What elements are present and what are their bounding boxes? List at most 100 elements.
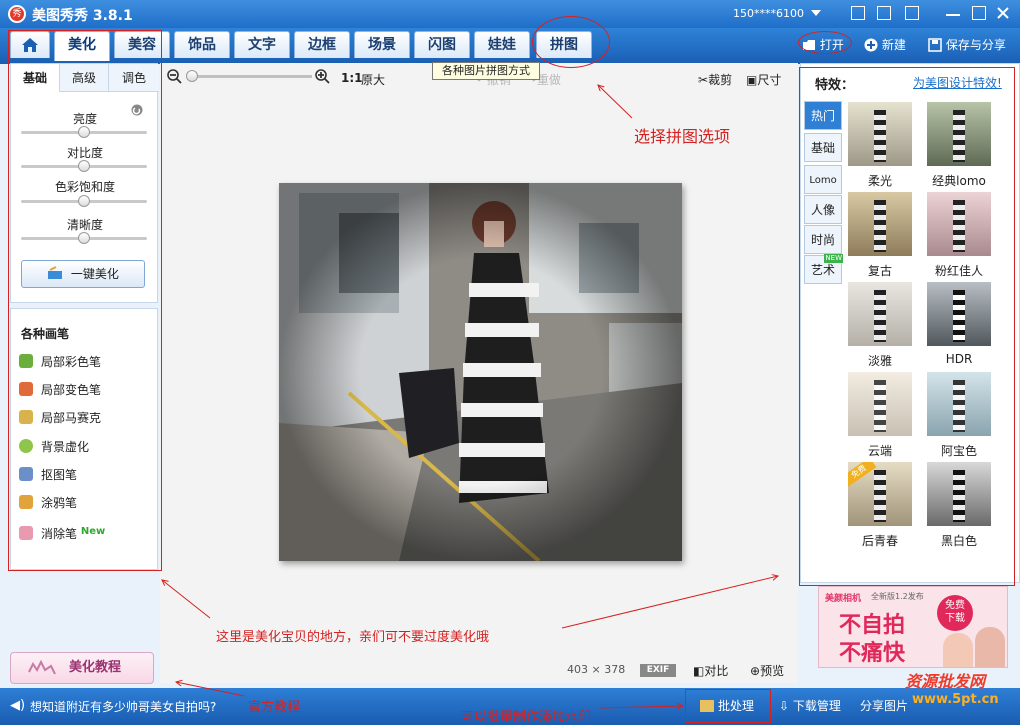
tab-scene[interactable]: 场景 bbox=[354, 31, 410, 58]
slider-knob[interactable] bbox=[78, 126, 90, 138]
effect-thumb-softlight[interactable] bbox=[848, 102, 912, 166]
save-share-button[interactable]: 保存与分享 bbox=[928, 36, 1006, 53]
image-dimensions: 403 × 378 bbox=[567, 663, 626, 676]
sharpness-slider[interactable] bbox=[21, 232, 147, 244]
zoom-in-icon[interactable] bbox=[315, 69, 331, 85]
brush-blur[interactable]: 背景虚化 bbox=[19, 437, 89, 457]
subtab-color[interactable]: 调色 bbox=[109, 64, 159, 92]
batch-button[interactable]: 批处理 bbox=[700, 697, 754, 714]
beautify-tutorial-button[interactable]: 美化教程 bbox=[10, 652, 154, 684]
crop-button[interactable]: ✂裁剪 bbox=[698, 71, 732, 88]
free-badge: 免费 bbox=[848, 462, 877, 487]
compare-button[interactable]: ◧对比 bbox=[693, 662, 728, 679]
tab-beautify[interactable]: 美化 bbox=[54, 31, 110, 61]
effect-thumb-vintage[interactable] bbox=[848, 192, 912, 256]
ad-banner[interactable]: 美颜相机 全新版1.2发布 不自拍 不痛快 免费 下载 bbox=[818, 586, 1008, 668]
brush-doodle[interactable]: 涂鸦笔 bbox=[19, 493, 77, 513]
account-name[interactable]: 150****6100 bbox=[733, 7, 804, 20]
slider-knob[interactable] bbox=[78, 195, 90, 207]
download-manager-button[interactable]: ⇩ 下载管理 bbox=[779, 697, 841, 714]
effect-thumb-abao[interactable] bbox=[927, 372, 991, 436]
category-fashion[interactable]: 时尚 bbox=[804, 225, 842, 254]
tab-accessories[interactable]: 饰品 bbox=[174, 31, 230, 58]
effect-thumb-hdr[interactable] bbox=[927, 282, 991, 346]
zoom-out-icon[interactable] bbox=[167, 69, 183, 85]
new-button[interactable]: 新建 bbox=[864, 36, 906, 53]
effect-label: 云端 bbox=[867, 444, 892, 458]
minimize-icon[interactable] bbox=[946, 6, 960, 16]
effect-thumb-bw[interactable] bbox=[927, 462, 991, 526]
effects-panel: 特效： 为美图设计特效! 热门 基础 Lomo 人像 时尚 艺术 NEW 柔光 经… bbox=[800, 63, 1020, 583]
brush-local-color[interactable]: 局部彩色笔 bbox=[19, 352, 101, 372]
effect-thumb-classic-lomo[interactable] bbox=[927, 102, 991, 166]
original-size[interactable]: 原大 bbox=[361, 71, 385, 88]
tab-doll[interactable]: 娃娃 bbox=[474, 31, 530, 58]
sharpness-label: 清晰度 bbox=[66, 218, 103, 232]
open-button[interactable]: 打开 bbox=[802, 36, 844, 53]
ad-download-badge: 免费 下载 bbox=[937, 595, 973, 631]
one-key-beautify-button[interactable]: 一键美化 bbox=[21, 260, 145, 288]
news-ticker[interactable]: 想知道附近有多少帅哥美女自拍吗? bbox=[30, 698, 216, 715]
speaker-icon: ◀) bbox=[10, 698, 26, 713]
compare-icon: ◧ bbox=[693, 664, 705, 678]
puzzle-tooltip: 各种图片拼图方式 bbox=[432, 62, 540, 80]
tab-home[interactable] bbox=[10, 31, 50, 58]
brush-eraser[interactable]: 消除笔 New bbox=[19, 522, 105, 542]
menu-icon[interactable] bbox=[905, 6, 919, 20]
effect-thumb-youth[interactable]: 免费 bbox=[848, 462, 912, 526]
preview-icon: ⊕ bbox=[750, 664, 761, 678]
edited-photo bbox=[279, 183, 682, 561]
main-nav: 美化 美容 饰品 文字 边框 场景 闪图 娃娃 拼图 打开 新建 保存与分享 bbox=[0, 28, 1020, 64]
brightness-slider[interactable] bbox=[21, 126, 147, 138]
resize-button[interactable]: ▣尺寸 bbox=[746, 71, 781, 88]
effect-label: HDR bbox=[945, 352, 973, 366]
close-icon[interactable] bbox=[996, 6, 1010, 20]
slider-knob[interactable] bbox=[78, 160, 90, 172]
saturation-label: 色彩饱和度 bbox=[54, 180, 115, 194]
eraser-icon bbox=[19, 526, 33, 540]
tab-makeup[interactable]: 美容 bbox=[114, 31, 170, 58]
magic-wand-icon bbox=[48, 266, 63, 279]
skin-icon[interactable] bbox=[851, 6, 865, 20]
feedback-icon[interactable] bbox=[877, 6, 891, 20]
effect-thumb-elegant[interactable] bbox=[848, 282, 912, 346]
slider-knob[interactable] bbox=[78, 232, 90, 244]
category-lomo[interactable]: Lomo bbox=[804, 165, 842, 194]
app-logo-icon: 秀 bbox=[8, 5, 26, 23]
effect-thumb-pink[interactable] bbox=[927, 192, 991, 256]
effects-title: 特效： bbox=[815, 78, 855, 93]
design-effects-link[interactable]: 为美图设计特效! bbox=[913, 74, 1002, 91]
maximize-icon[interactable] bbox=[972, 6, 986, 20]
ratio-1-1[interactable]: 1:1 bbox=[341, 71, 363, 85]
preview-button[interactable]: ⊕预览 bbox=[750, 662, 784, 679]
brush-mosaic[interactable]: 局部马赛克 bbox=[19, 408, 101, 428]
category-basic[interactable]: 基础 bbox=[804, 133, 842, 162]
annotation-beautify: 这里是美化宝贝的地方，亲们可不要过度美化哦 bbox=[216, 630, 490, 645]
tab-frame[interactable]: 边框 bbox=[294, 31, 350, 58]
subtab-advanced[interactable]: 高级 bbox=[60, 64, 109, 92]
new-badge: New bbox=[80, 526, 106, 537]
contrast-slider[interactable] bbox=[21, 160, 147, 172]
account-dropdown-icon[interactable] bbox=[811, 10, 821, 16]
resize-icon: ▣ bbox=[746, 73, 758, 87]
effect-thumb-cloud[interactable] bbox=[848, 372, 912, 436]
tab-flash[interactable]: 闪图 bbox=[414, 31, 470, 58]
effect-label: 淡雅 bbox=[867, 354, 892, 368]
tab-puzzle[interactable]: 拼图 bbox=[536, 31, 592, 58]
zoom-slider[interactable] bbox=[186, 70, 312, 82]
category-hot[interactable]: 热门 bbox=[804, 101, 842, 130]
ad-portrait bbox=[975, 627, 1005, 667]
saturation-slider[interactable] bbox=[21, 195, 147, 207]
zoom-knob[interactable] bbox=[186, 70, 198, 82]
brush-local-recolor[interactable]: 局部变色笔 bbox=[19, 380, 101, 400]
exif-button[interactable]: EXIF bbox=[640, 664, 676, 677]
mosaic-icon bbox=[19, 410, 33, 424]
share-image-button[interactable]: 分享图片 bbox=[860, 697, 908, 714]
brush-cutout[interactable]: 抠图笔 bbox=[19, 465, 77, 485]
category-art[interactable]: 艺术 NEW bbox=[804, 254, 843, 284]
basic-adjust-panel: 基础 高级 调色 亮度 对比度 色彩饱和度 清晰度 一键美化 bbox=[10, 63, 159, 303]
tab-text[interactable]: 文字 bbox=[234, 31, 290, 58]
cutout-icon bbox=[19, 467, 33, 481]
subtab-basic[interactable]: 基础 bbox=[11, 64, 60, 92]
category-portrait[interactable]: 人像 bbox=[804, 195, 842, 224]
